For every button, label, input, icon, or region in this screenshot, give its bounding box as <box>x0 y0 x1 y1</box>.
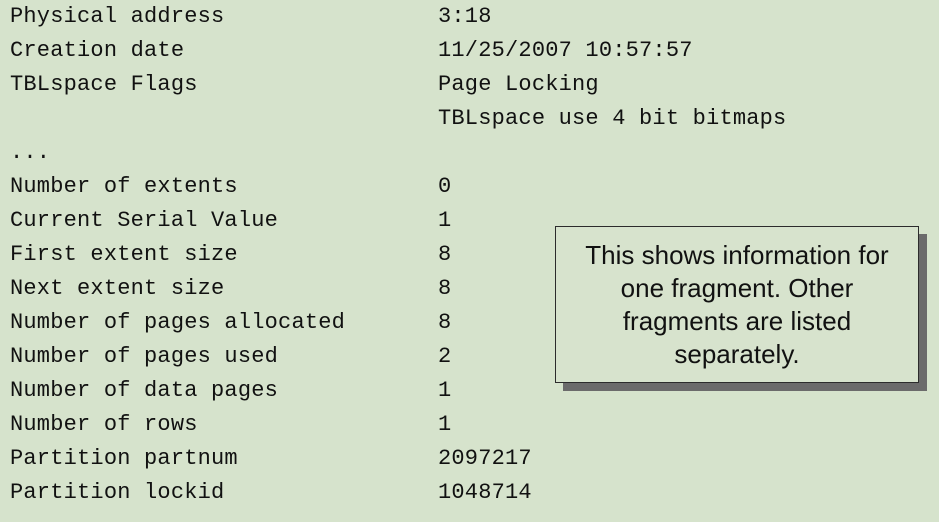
row-value: 1 <box>438 412 452 437</box>
row-physical-address: Physical address 3:18 <box>10 0 710 34</box>
row-label: Next extent size <box>10 276 225 301</box>
row-label: First extent size <box>10 242 238 267</box>
row-value: 3:18 <box>438 4 492 29</box>
row-label: TBLspace Flags <box>10 72 198 97</box>
row-label: Number of extents <box>10 174 238 199</box>
row-label: Creation date <box>10 38 185 63</box>
row-value: TBLspace use 4 bit bitmaps <box>438 106 787 131</box>
row-label: Number of rows <box>10 412 198 437</box>
row-value: 1 <box>438 378 452 403</box>
slide-canvas: Physical address 3:18 Creation date 11/2… <box>0 0 939 522</box>
row-ellipsis: ... <box>10 136 710 170</box>
row-partition-lockid: Partition lockid 1048714 <box>10 476 710 510</box>
row-tblspace-flags-continued: TBLspace use 4 bit bitmaps <box>10 102 786 136</box>
row-label: Current Serial Value <box>10 208 279 233</box>
callout-text: This shows information for one fragment.… <box>585 239 889 369</box>
row-label: Partition lockid <box>10 480 225 505</box>
row-label: Number of pages allocated <box>10 310 346 335</box>
row-value: 1048714 <box>438 480 532 505</box>
row-creation-date: Creation date 11/25/2007 10:57:57 <box>10 34 710 68</box>
row-value: 0 <box>438 174 452 199</box>
row-number-of-extents: Number of extents 0 <box>10 170 710 204</box>
row-value: 1 <box>438 208 452 233</box>
row-label: Physical address <box>10 4 225 29</box>
row-value: 8 <box>438 242 452 267</box>
row-tblspace-flags: TBLspace Flags Page Locking <box>10 68 710 102</box>
row-value: 11/25/2007 10:57:57 <box>438 38 693 63</box>
row-value: 2 <box>438 344 452 369</box>
row-label: ... <box>10 140 51 165</box>
row-value: 8 <box>438 310 452 335</box>
row-value: Page Locking <box>438 72 599 97</box>
row-value: 2097217 <box>438 446 532 471</box>
row-number-of-rows: Number of rows 1 <box>10 408 710 442</box>
callout-box: This shows information for one fragment.… <box>555 226 919 383</box>
row-partition-partnum: Partition partnum 2097217 <box>10 442 710 476</box>
row-label: Number of data pages <box>10 378 279 403</box>
row-label: Partition partnum <box>10 446 238 471</box>
row-label: Number of pages used <box>10 344 279 369</box>
row-value: 8 <box>438 276 452 301</box>
